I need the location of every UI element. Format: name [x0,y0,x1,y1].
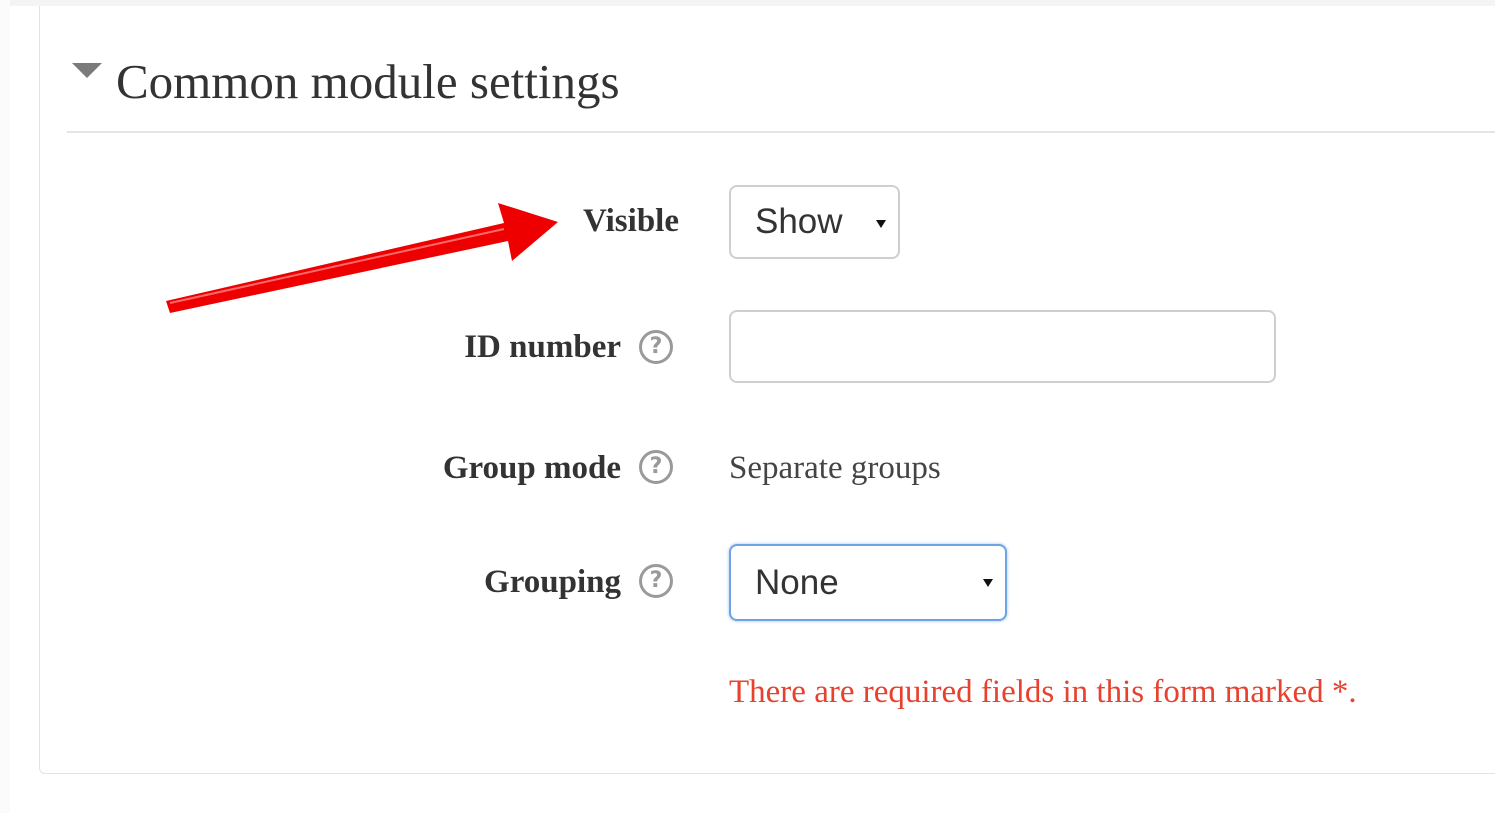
help-icon[interactable]: ? [639,564,673,598]
id-number-input[interactable] [729,310,1276,383]
annotation-arrow-shape [166,203,558,313]
grouping-label: Grouping [484,564,621,600]
section-divider [67,131,1495,133]
section-title[interactable]: Common module settings [116,57,620,106]
grouping-select[interactable]: None [729,544,1007,621]
group-mode-value: Separate groups [729,450,941,486]
red-arrow-annotation-icon [166,203,558,313]
group-mode-label: Group mode [442,450,621,486]
visible-select[interactable]: Show [729,185,900,259]
help-icon[interactable]: ? [639,330,673,364]
grouping-select-value: None [755,562,839,602]
group-mode-row: Group mode ? Separate groups [0,448,1495,492]
caret-down-icon[interactable] [72,62,102,78]
id-number-row: ID number ? [0,310,1495,384]
annotation-arrow-highlight [169,228,505,304]
help-icon[interactable]: ? [639,450,673,484]
visible-select-value: Show [755,202,843,241]
dropdown-arrow-icon [983,579,993,587]
id-number-label: ID number [464,329,621,365]
section-header[interactable]: Common module settings [72,48,620,114]
left-background-strip [0,0,10,813]
grouping-row: Grouping ? None [0,544,1495,621]
dropdown-arrow-icon [876,220,886,228]
required-fields-note: There are required fields in this form m… [729,674,1357,710]
settings-panel [39,6,1495,774]
visible-label: Visible [583,203,679,239]
